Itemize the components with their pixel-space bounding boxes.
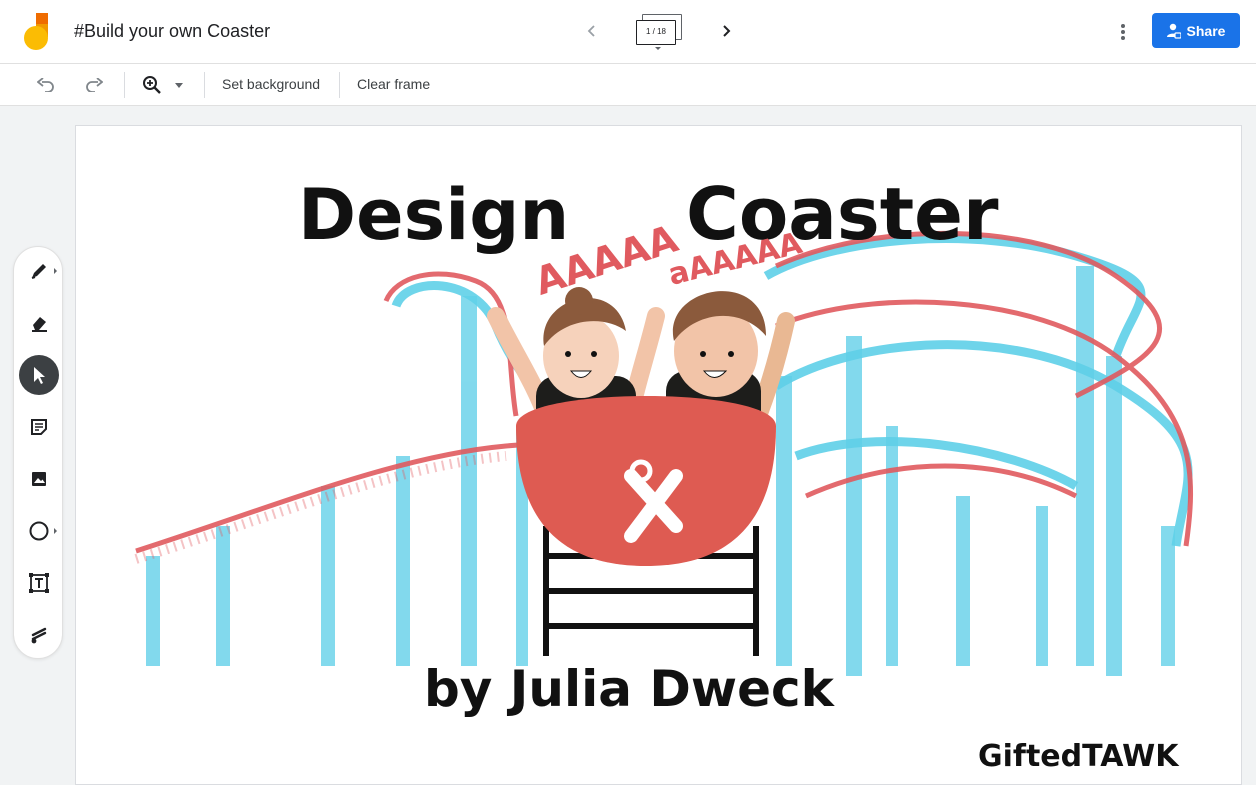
- document-title[interactable]: #Build your own Coaster: [74, 21, 270, 42]
- add-image-tool-button[interactable]: [19, 459, 59, 499]
- zoom-button[interactable]: [140, 73, 164, 97]
- coaster-car: [516, 396, 776, 566]
- frame-counter-label: 1 / 18: [636, 20, 676, 45]
- pen-tool-button[interactable]: [19, 251, 59, 291]
- circle-icon: [29, 521, 49, 541]
- artwork-title-left: Design: [298, 174, 569, 256]
- circle-tool-button[interactable]: [19, 511, 59, 551]
- share-button[interactable]: Share: [1152, 13, 1240, 48]
- zoom-dropdown-button[interactable]: [172, 73, 186, 97]
- zoom-in-icon: [143, 76, 161, 94]
- submenu-arrow-icon: [54, 268, 57, 274]
- share-person-icon: [1166, 23, 1181, 39]
- coaster-artwork: Design Coaster AAAAA aAAAAA by Julia Dwe…: [134, 172, 1194, 774]
- jamboard-logo-icon[interactable]: [24, 13, 50, 51]
- toolbar-divider: [124, 72, 125, 98]
- clear-frame-button[interactable]: Clear frame: [357, 76, 430, 92]
- select-tool-button[interactable]: [19, 355, 59, 395]
- text-box-tool-button[interactable]: [19, 563, 59, 603]
- caret-down-icon: [655, 47, 661, 50]
- artwork-byline: by Julia Dweck: [424, 660, 836, 718]
- redo-icon: [86, 78, 103, 92]
- undo-icon: [37, 78, 54, 92]
- eraser-icon: [32, 317, 47, 332]
- more-vert-icon: [1121, 24, 1125, 40]
- toolbar-divider: [204, 72, 205, 98]
- artwork-credit: GiftedTAWK: [978, 739, 1180, 774]
- chevron-left-icon: [587, 25, 595, 37]
- laser-icon: [31, 627, 47, 644]
- side-toolbar: [13, 246, 63, 659]
- sticky-note-icon: [31, 419, 47, 435]
- toolbar-divider: [339, 72, 340, 98]
- image-icon: [32, 472, 46, 486]
- caret-down-icon: [175, 82, 183, 88]
- text-box-icon: [29, 573, 49, 593]
- pointer-icon: [34, 367, 45, 384]
- set-background-button[interactable]: Set background: [222, 76, 320, 92]
- laser-tool-button[interactable]: [19, 615, 59, 655]
- previous-frame-button[interactable]: [580, 19, 604, 43]
- next-frame-button[interactable]: [714, 19, 738, 43]
- jam-canvas[interactable]: Design Coaster AAAAA aAAAAA by Julia Dwe…: [75, 125, 1242, 785]
- editing-toolbar: Set background Clear frame: [0, 64, 1256, 106]
- undo-button[interactable]: [34, 73, 58, 97]
- submenu-arrow-icon: [54, 528, 57, 534]
- sticky-note-tool-button[interactable]: [19, 407, 59, 447]
- more-options-button[interactable]: [1110, 19, 1136, 45]
- frame-bar-toggle[interactable]: 1 / 18: [634, 14, 684, 52]
- redo-button[interactable]: [82, 73, 106, 97]
- eraser-tool-button[interactable]: [19, 303, 59, 343]
- top-bar: #Build your own Coaster 1 / 18 Share: [0, 0, 1256, 64]
- share-label: Share: [1186, 22, 1226, 39]
- pen-icon: [31, 264, 46, 279]
- chevron-right-icon: [723, 25, 731, 37]
